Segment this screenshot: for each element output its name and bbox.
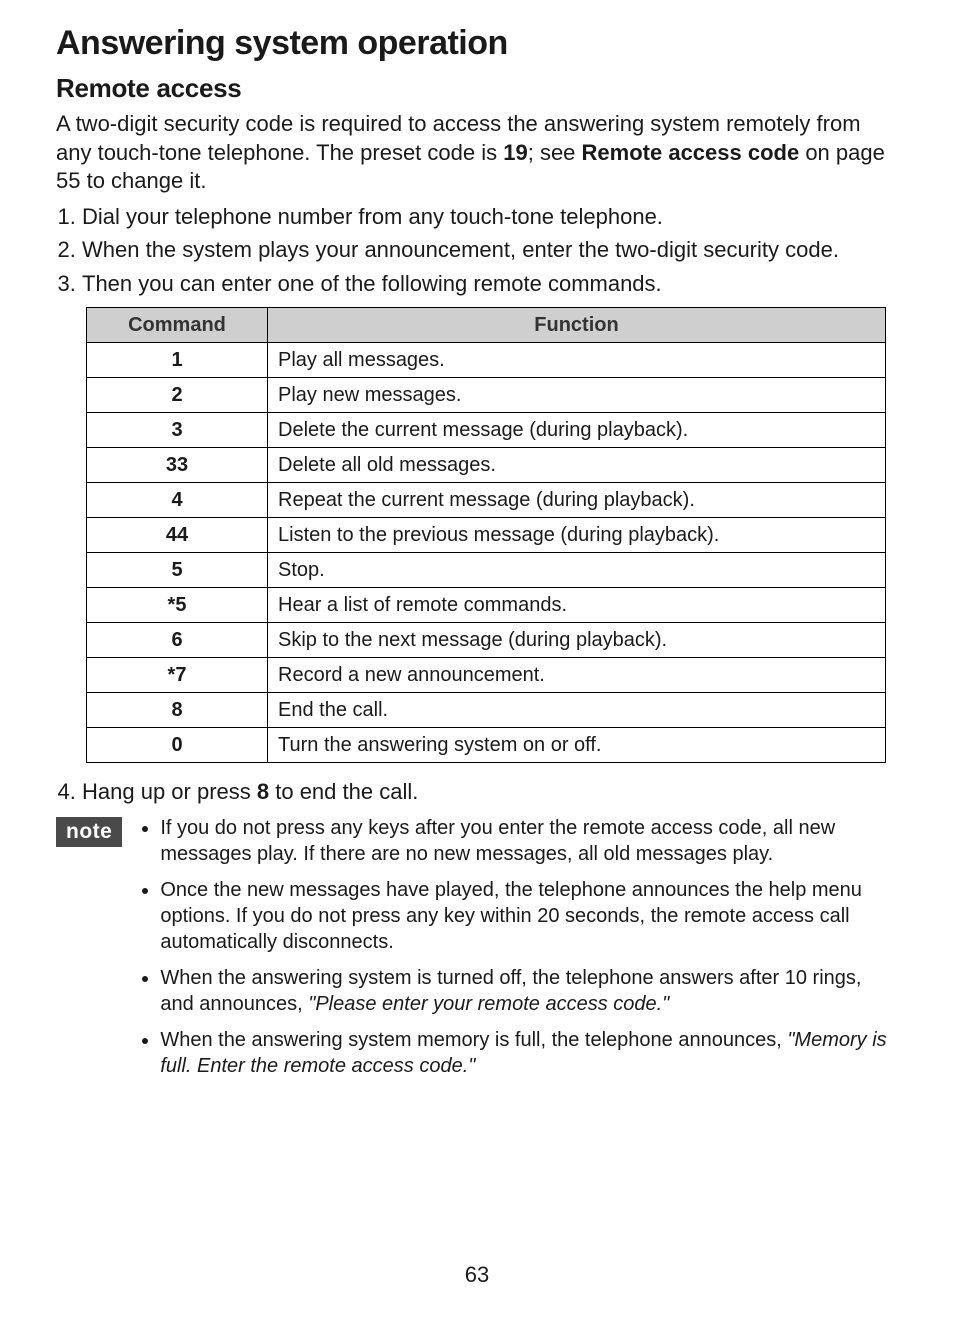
- note-text: When the answering system memory is full…: [160, 1029, 787, 1051]
- function-cell: Repeat the current message (during playb…: [268, 482, 886, 517]
- intro-link: Remote access code: [582, 140, 800, 165]
- table-row: 5 Stop.: [87, 552, 886, 587]
- header-command: Command: [87, 307, 268, 342]
- table-row: 0 Turn the answering system on or off.: [87, 727, 886, 762]
- table-header-row: Command Function: [87, 307, 886, 342]
- table-row: 4 Repeat the current message (during pla…: [87, 482, 886, 517]
- step-item: Dial your telephone number from any touc…: [82, 202, 898, 232]
- command-cell: *5: [87, 587, 268, 622]
- command-cell: 3: [87, 412, 268, 447]
- step4-pre: Hang up or press: [82, 779, 257, 804]
- table-row: *5 Hear a list of remote commands.: [87, 587, 886, 622]
- table-row: *7 Record a new announcement.: [87, 657, 886, 692]
- step-item: Then you can enter one of the following …: [82, 269, 898, 299]
- step-item: Hang up or press 8 to end the call.: [82, 777, 898, 807]
- step4-key: 8: [257, 779, 269, 804]
- step-item: When the system plays your announcement,…: [82, 235, 898, 265]
- function-cell: Skip to the next message (during playbac…: [268, 622, 886, 657]
- page-container: Answering system operation Remote access…: [0, 0, 954, 1338]
- command-cell: 44: [87, 517, 268, 552]
- page-title: Answering system operation: [56, 24, 898, 63]
- command-cell: 0: [87, 727, 268, 762]
- command-cell: 1: [87, 342, 268, 377]
- table-row: 8 End the call.: [87, 692, 886, 727]
- notes-list: If you do not press any keys after you e…: [138, 815, 898, 1089]
- function-cell: Turn the answering system on or off.: [268, 727, 886, 762]
- command-cell: 6: [87, 622, 268, 657]
- note-italic: "Please enter your remote access code.": [308, 993, 669, 1015]
- intro-paragraph: A two-digit security code is required to…: [56, 110, 898, 196]
- note-badge: note: [56, 817, 122, 847]
- note-item: When the answering system is turned off,…: [160, 965, 898, 1017]
- note-item: When the answering system memory is full…: [160, 1027, 898, 1079]
- note-item: If you do not press any keys after you e…: [160, 815, 898, 867]
- table-row: 44 Listen to the previous message (durin…: [87, 517, 886, 552]
- steps-list: Dial your telephone number from any touc…: [56, 202, 898, 299]
- command-cell: 4: [87, 482, 268, 517]
- steps-list-continued: Hang up or press 8 to end the call.: [56, 777, 898, 807]
- intro-mid: ; see: [528, 140, 582, 165]
- function-cell: End the call.: [268, 692, 886, 727]
- function-cell: Delete the current message (during playb…: [268, 412, 886, 447]
- note-section: note If you do not press any keys after …: [56, 815, 898, 1089]
- function-cell: Record a new announcement.: [268, 657, 886, 692]
- header-function: Function: [268, 307, 886, 342]
- section-heading: Remote access: [56, 73, 898, 104]
- table-row: 2 Play new messages.: [87, 377, 886, 412]
- command-cell: *7: [87, 657, 268, 692]
- command-cell: 2: [87, 377, 268, 412]
- note-text: Once the new messages have played, the t…: [160, 879, 862, 953]
- function-cell: Hear a list of remote commands.: [268, 587, 886, 622]
- command-cell: 33: [87, 447, 268, 482]
- table-row: 33 Delete all old messages.: [87, 447, 886, 482]
- command-cell: 8: [87, 692, 268, 727]
- function-cell: Play all messages.: [268, 342, 886, 377]
- note-text: If you do not press any keys after you e…: [160, 817, 835, 865]
- table-row: 1 Play all messages.: [87, 342, 886, 377]
- function-cell: Stop.: [268, 552, 886, 587]
- note-item: Once the new messages have played, the t…: [160, 877, 898, 955]
- table-row: 3 Delete the current message (during pla…: [87, 412, 886, 447]
- step4-post: to end the call.: [269, 779, 418, 804]
- function-cell: Listen to the previous message (during p…: [268, 517, 886, 552]
- page-number: 63: [0, 1262, 954, 1288]
- table-row: 6 Skip to the next message (during playb…: [87, 622, 886, 657]
- commands-table: Command Function 1 Play all messages. 2 …: [86, 307, 886, 763]
- function-cell: Delete all old messages.: [268, 447, 886, 482]
- command-cell: 5: [87, 552, 268, 587]
- function-cell: Play new messages.: [268, 377, 886, 412]
- intro-code: 19: [503, 140, 527, 165]
